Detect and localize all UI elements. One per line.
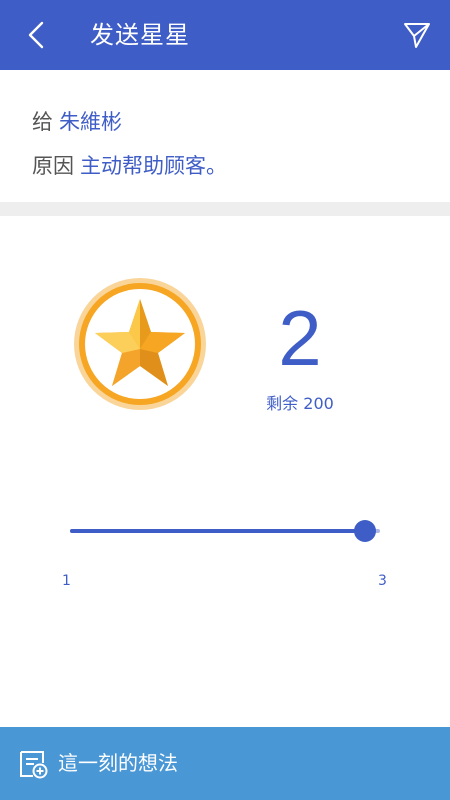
recipient-row: 给朱維彬	[32, 108, 122, 136]
slider-max-label: 3	[378, 573, 387, 589]
star-amount-slider[interactable]	[70, 518, 380, 544]
remaining-stars: 剩余 200	[266, 394, 334, 413]
send-stars-screen: 发送星星 给朱維彬 原因 主动帮助顾客。 2 剩余 200 1 3 這一刻的想法	[0, 0, 450, 800]
paper-plane-icon	[404, 23, 430, 48]
page-title: 发送星星	[90, 21, 190, 49]
slider-thumb[interactable]	[353, 520, 376, 542]
recipient-label: 给	[32, 110, 53, 134]
recipient-info: 给朱維彬 原因 主动帮助顾客。	[0, 70, 450, 202]
send-button[interactable]	[398, 16, 436, 54]
reason-label: 原因	[32, 154, 74, 178]
chevron-left-icon	[28, 21, 44, 49]
star-badge-icon	[74, 278, 206, 410]
reason-text[interactable]: 主动帮助顾客。	[80, 154, 227, 178]
moment-thoughts-bar[interactable]: 這一刻的想法	[0, 727, 450, 800]
reason-row: 原因 主动帮助顾客。	[32, 152, 227, 180]
top-app-bar: 发送星星	[0, 0, 450, 70]
star-count: 2	[278, 294, 322, 382]
slider-min-label: 1	[62, 573, 71, 589]
star-badge	[73, 277, 207, 411]
section-divider	[0, 202, 450, 216]
moment-thoughts-label: 這一刻的想法	[58, 751, 178, 775]
slider-fill	[70, 529, 365, 533]
recipient-name[interactable]: 朱維彬	[59, 110, 122, 134]
note-add-icon	[20, 751, 48, 779]
back-button[interactable]	[18, 16, 54, 54]
